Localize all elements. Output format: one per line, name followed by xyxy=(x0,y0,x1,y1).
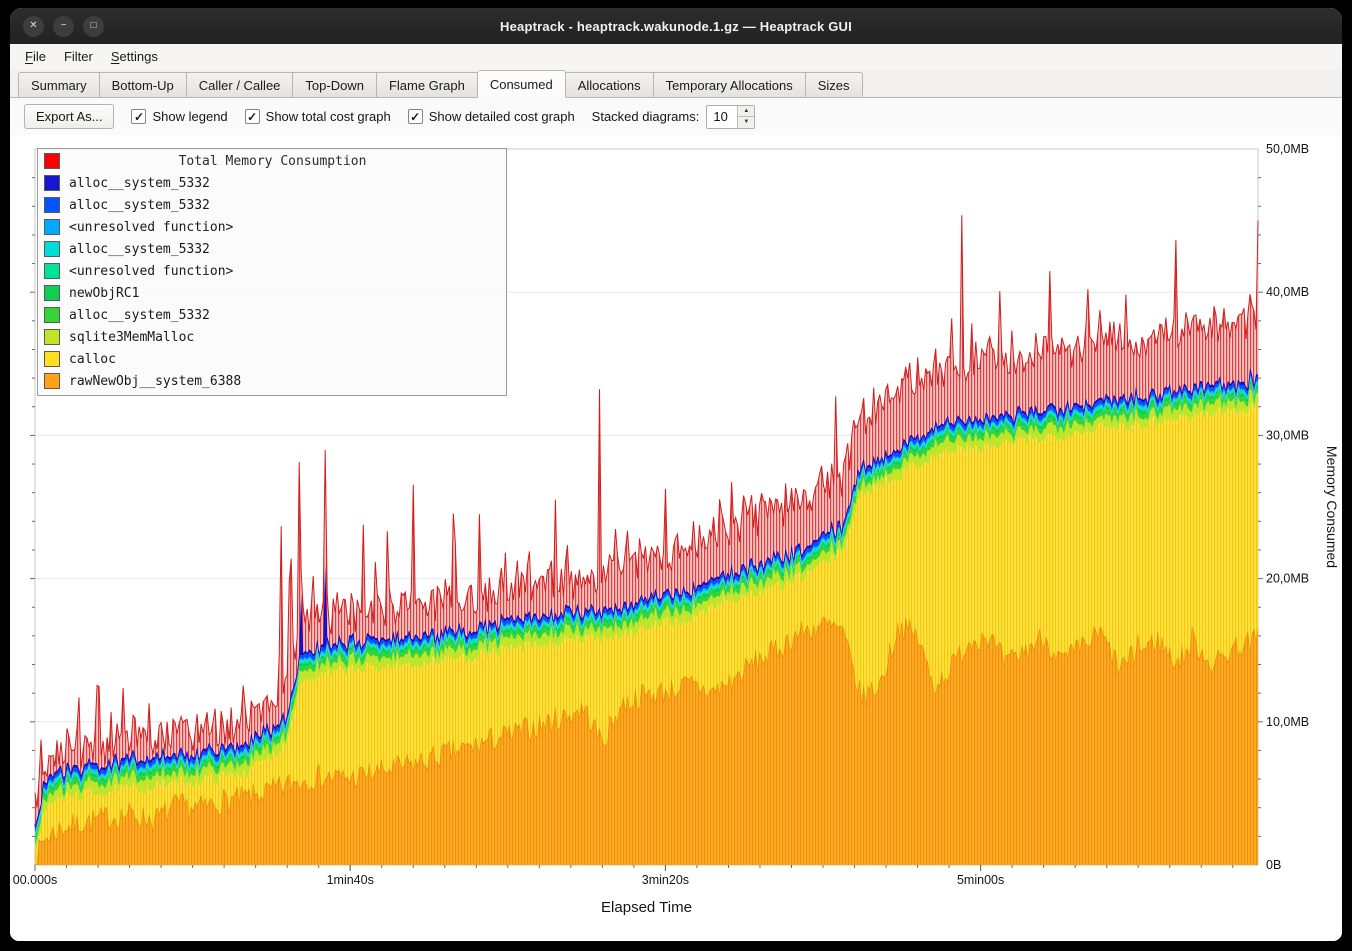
toolbar-checkboxes: ✓ Show legend ✓ Show total cost graph ✓ Show … xyxy=(131,109,574,124)
window-close-button[interactable]: ✕ xyxy=(23,16,44,37)
spinner-buttons: ▲ ▼ xyxy=(737,106,754,128)
menu-item-file[interactable]: File xyxy=(16,44,55,70)
export-as-button[interactable]: Export As... xyxy=(24,104,114,129)
checkbox-show-total-cost-graph[interactable]: ✓ Show total cost graph xyxy=(245,109,391,124)
spinner-up-button[interactable]: ▲ xyxy=(738,106,754,118)
legend-item-label: <unresolved function> xyxy=(69,264,233,279)
tab-top-down[interactable]: Top-Down xyxy=(293,72,377,98)
legend-item-label: alloc__system_5332 xyxy=(69,176,210,191)
checkbox-checked-icon: ✓ xyxy=(245,109,260,124)
y-tick-label: 50,0MB xyxy=(1266,142,1309,156)
title-bar[interactable]: ✕ − □ Heaptrack - heaptrack.wakunode.1.gz … xyxy=(10,8,1342,44)
x-tick-label: 00.000s xyxy=(13,873,57,887)
y-tick-label: 40,0MB xyxy=(1266,285,1309,299)
window-controls: ✕ − □ xyxy=(23,16,104,37)
y-axis-label: Memory Consumed xyxy=(1324,446,1340,568)
x-axis-label: Elapsed Time xyxy=(601,899,692,916)
legend-swatch xyxy=(44,329,60,345)
close-icon: ✕ xyxy=(29,21,37,31)
minimize-icon: − xyxy=(61,21,67,31)
tab-flame-graph[interactable]: Flame Graph xyxy=(377,72,478,98)
checkbox-show-legend[interactable]: ✓ Show legend xyxy=(131,109,227,124)
spinner-down-button[interactable]: ▼ xyxy=(738,117,754,128)
tab-sizes[interactable]: Sizes xyxy=(806,72,863,98)
legend-item: newObjRC1 xyxy=(38,282,506,304)
tab-consumed[interactable]: Consumed xyxy=(478,70,566,98)
legend-item: sqlite3MemMalloc xyxy=(38,326,506,348)
checkbox-checked-icon: ✓ xyxy=(131,109,146,124)
legend-items: alloc__system_5332 alloc__system_5332 <unr… xyxy=(38,172,506,392)
legend-item-label: newObjRC1 xyxy=(69,286,139,301)
y-tick-label: 0B xyxy=(1266,858,1281,872)
stacked-diagrams-spinner[interactable]: 10 ▲ ▼ xyxy=(706,105,755,129)
chart-area: 0B 10,0MB 20,0MB 30,0MB 40,0MB 50,0MB 00.000s 1… xyxy=(10,135,1342,941)
stacked-diagrams-label: Stacked diagrams: xyxy=(592,109,700,124)
legend-swatch xyxy=(44,373,60,389)
window-title: Heaptrack - heaptrack.wakunode.1.gz — He… xyxy=(10,19,1342,34)
window-maximize-button[interactable]: □ xyxy=(83,16,104,37)
legend-swatch xyxy=(44,175,60,191)
stacked-diagrams-value[interactable]: 10 xyxy=(707,106,737,128)
y-tick-label: 10,0MB xyxy=(1266,715,1309,729)
x-tick-label: 3min20s xyxy=(642,873,689,887)
legend-item-label: alloc__system_5332 xyxy=(69,242,210,257)
legend-swatch xyxy=(44,241,60,257)
checkbox-label: Show detailed cost graph xyxy=(429,109,575,124)
checkbox-label: Show legend xyxy=(152,109,227,124)
checkbox-checked-icon: ✓ xyxy=(408,109,423,124)
legend-item: alloc__system_5332 xyxy=(38,194,506,216)
tab-bottom-up[interactable]: Bottom-Up xyxy=(100,72,187,98)
x-tick-label: 5min00s xyxy=(957,873,1004,887)
tab-bar: SummaryBottom-UpCaller / CalleeTop-DownF… xyxy=(10,70,1342,98)
legend-item-label: <unresolved function> xyxy=(69,220,233,235)
legend-swatch xyxy=(44,307,60,323)
checkbox-show-detailed-cost-graph[interactable]: ✓ Show detailed cost graph xyxy=(408,109,575,124)
checkbox-label: Show total cost graph xyxy=(266,109,391,124)
legend-swatch xyxy=(44,285,60,301)
y-tick-label: 30,0MB xyxy=(1266,428,1309,442)
tab-caller-callee[interactable]: Caller / Callee xyxy=(187,72,294,98)
arrow-down-icon: ▼ xyxy=(743,119,749,125)
tab-summary[interactable]: Summary xyxy=(18,72,100,98)
stacked-diagrams-group: Stacked diagrams: 10 ▲ ▼ xyxy=(592,105,756,129)
legend-swatch xyxy=(44,219,60,235)
legend-item-label: alloc__system_5332 xyxy=(69,198,210,213)
window-minimize-button[interactable]: − xyxy=(53,16,74,37)
toolbar: Export As... ✓ Show legend ✓ Show total cos… xyxy=(10,98,1342,135)
legend-item: alloc__system_5332 xyxy=(38,304,506,326)
legend: Total Memory Consumption alloc__system_5… xyxy=(37,148,507,396)
tab-temporary-allocations[interactable]: Temporary Allocations xyxy=(654,72,806,98)
maximize-icon: □ xyxy=(90,21,96,31)
menu-item-settings[interactable]: Settings xyxy=(102,44,167,70)
legend-title-row: Total Memory Consumption xyxy=(38,150,506,172)
menu-item-filter[interactable]: Filter xyxy=(55,44,102,70)
menu-bar: FileFilterSettings xyxy=(10,44,1342,70)
legend-item-label: alloc__system_5332 xyxy=(69,308,210,323)
legend-swatch xyxy=(44,197,60,213)
x-tick-label: 1min40s xyxy=(327,873,374,887)
legend-title: Total Memory Consumption xyxy=(69,154,476,169)
tab-allocations[interactable]: Allocations xyxy=(566,72,654,98)
legend-item: alloc__system_5332 xyxy=(38,172,506,194)
legend-item-label: sqlite3MemMalloc xyxy=(69,330,194,345)
legend-item: <unresolved function> xyxy=(38,216,506,238)
app-window: ✕ − □ Heaptrack - heaptrack.wakunode.1.gz … xyxy=(10,8,1342,941)
arrow-up-icon: ▲ xyxy=(743,108,749,114)
y-tick-label: 20,0MB xyxy=(1266,572,1309,586)
legend-swatch xyxy=(44,351,60,367)
legend-item: rawNewObj__system_6388 xyxy=(38,370,506,392)
legend-item: <unresolved function> xyxy=(38,260,506,282)
legend-title-swatch xyxy=(44,153,60,169)
legend-item-label: rawNewObj__system_6388 xyxy=(69,374,241,389)
legend-item-label: calloc xyxy=(69,352,116,367)
legend-item: alloc__system_5332 xyxy=(38,238,506,260)
legend-item: calloc xyxy=(38,348,506,370)
legend-swatch xyxy=(44,263,60,279)
